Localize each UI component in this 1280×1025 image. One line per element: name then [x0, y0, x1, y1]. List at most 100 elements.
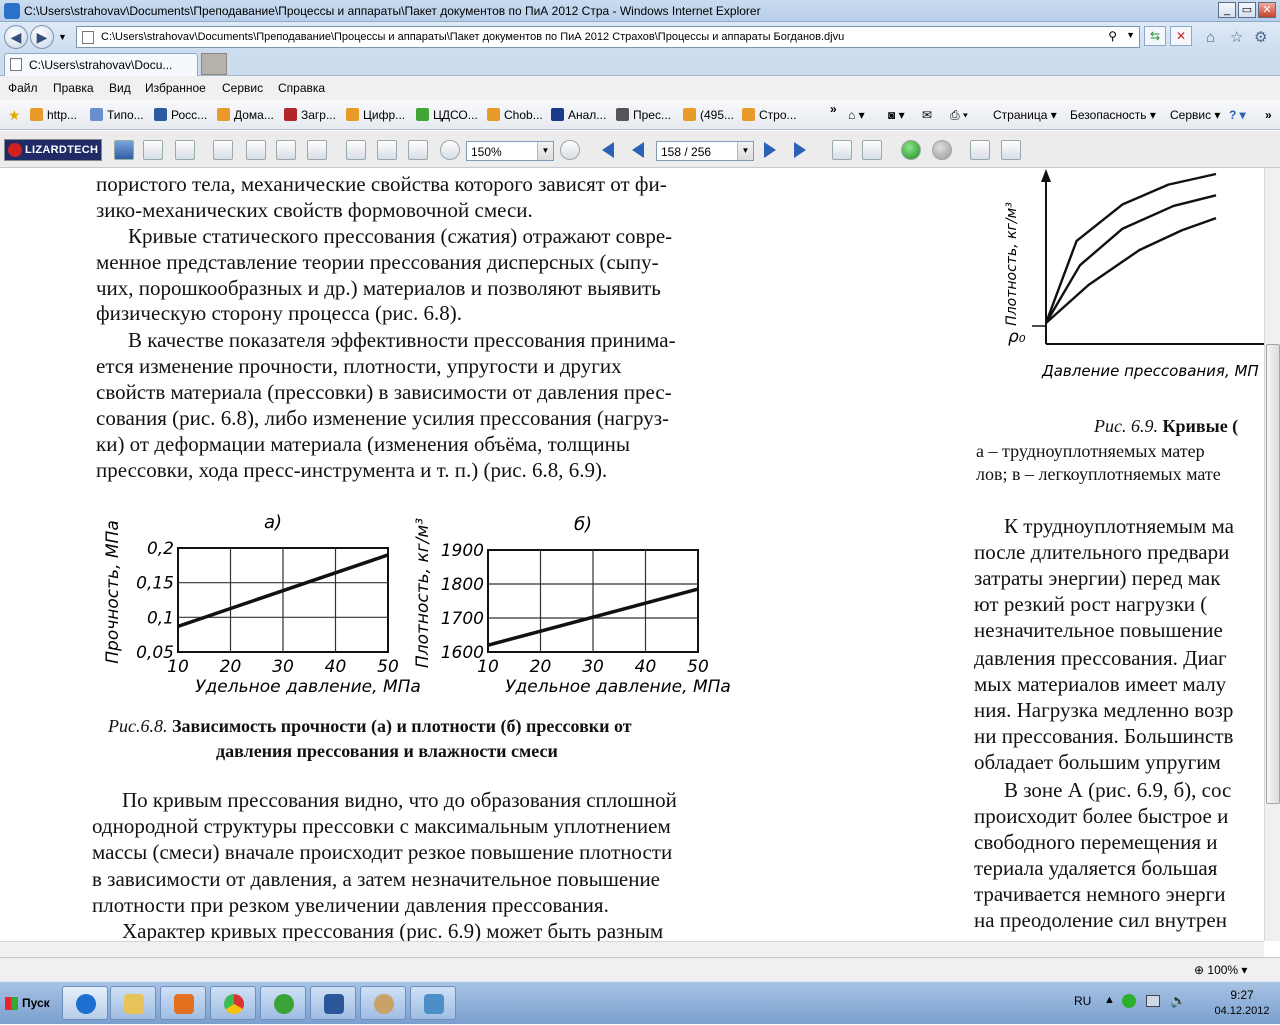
- close-button[interactable]: ✕: [1258, 2, 1276, 18]
- taskbar-word[interactable]: [310, 986, 356, 1020]
- menu-edit[interactable]: Правка: [53, 81, 94, 95]
- menu-tools[interactable]: Сервис: [222, 81, 263, 95]
- chevron-more-icon[interactable]: »: [830, 102, 837, 116]
- chevron-down-icon[interactable]: ▼: [537, 142, 553, 160]
- taskbar-explorer[interactable]: [110, 986, 156, 1020]
- taskbar-paint[interactable]: [360, 986, 406, 1020]
- lizardtech-logo[interactable]: LIZARDTECH: [4, 139, 102, 161]
- actual-size-icon[interactable]: [408, 140, 428, 160]
- home-icon[interactable]: ⌂: [1206, 29, 1215, 46]
- address-dropdown-icon[interactable]: ▼: [1126, 30, 1135, 40]
- text-line: В зоне А (рис. 6.9, б), сос: [1004, 778, 1232, 802]
- fav-item[interactable]: Анал...: [551, 108, 606, 122]
- fav-item[interactable]: ЦДСО...: [416, 108, 478, 122]
- page-select[interactable]: 158 / 256 ▼: [656, 141, 754, 161]
- first-page-icon[interactable]: [598, 140, 618, 160]
- print-icon[interactable]: [143, 140, 163, 160]
- chevron-down-icon[interactable]: ▼: [737, 142, 753, 160]
- new-tab-button[interactable]: [201, 53, 227, 75]
- save-icon[interactable]: [114, 140, 134, 160]
- clock-date[interactable]: 04.12.2012: [1204, 1005, 1280, 1017]
- tab-document[interactable]: C:\Users\strahovav\Docu...: [4, 53, 198, 76]
- mail-icon[interactable]: ✉: [922, 108, 932, 122]
- fav-item[interactable]: Стро...: [742, 108, 797, 122]
- chevron-more-icon[interactable]: »: [1265, 108, 1272, 122]
- rss-icon[interactable]: ◙ ▾: [888, 108, 905, 122]
- fav-item[interactable]: (495...: [683, 108, 734, 122]
- taskbar-ie[interactable]: [62, 986, 108, 1020]
- fav-item[interactable]: Дома...: [217, 108, 274, 122]
- taskbar-icq[interactable]: [260, 986, 306, 1020]
- go-forward-icon[interactable]: [932, 140, 952, 160]
- cmd-tools[interactable]: Сервис ▾: [1170, 108, 1220, 122]
- horizontal-scrollbar[interactable]: [0, 941, 1264, 957]
- cmd-safety[interactable]: Безопасность ▾: [1070, 108, 1156, 122]
- favorites-star-icon[interactable]: ☆: [1230, 28, 1243, 46]
- djvu-page-view[interactable]: пористого тела, механические свойства ко…: [0, 168, 1264, 941]
- forward-button[interactable]: ▶: [30, 25, 54, 49]
- rotate-right-icon[interactable]: [862, 140, 882, 160]
- volume-icon[interactable]: 🔈: [1170, 993, 1186, 1009]
- hand-tool-icon[interactable]: [213, 140, 233, 160]
- caption-rest: Зависимость прочности (а) и плотности (б…: [167, 716, 632, 736]
- tray-icq-icon[interactable]: [1122, 994, 1136, 1008]
- zoom-level[interactable]: ⊕ 100% ▾: [1194, 963, 1247, 977]
- start-button[interactable]: Пуск: [2, 988, 54, 1018]
- vertical-scrollbar[interactable]: [1264, 168, 1280, 941]
- cmd-page[interactable]: Страница ▾: [993, 108, 1057, 122]
- zoom-in-icon[interactable]: [440, 140, 460, 160]
- help-icon[interactable]: ? ▾: [1229, 108, 1246, 122]
- text-line: зико-механических свойств формовочной см…: [96, 198, 533, 222]
- last-page-icon[interactable]: [790, 140, 810, 160]
- fav-item[interactable]: Росс...: [154, 108, 207, 122]
- stop-button[interactable]: ✕: [1170, 26, 1192, 46]
- fig69-caption-line2: а – трудноуплотняемых матер: [976, 441, 1205, 461]
- chevron-up-icon[interactable]: ▲: [1104, 994, 1115, 1006]
- fav-item[interactable]: Цифр...: [346, 108, 405, 122]
- fav-item[interactable]: Типо...: [90, 108, 144, 122]
- taskbar-media[interactable]: [160, 986, 206, 1020]
- zoom-select[interactable]: 150% ▼: [466, 141, 554, 161]
- address-field[interactable]: C:\Users\strahovav\Documents\Преподавани…: [76, 26, 1140, 48]
- region-select-icon[interactable]: [307, 140, 327, 160]
- next-page-icon[interactable]: [760, 140, 780, 160]
- text-line: свободного перемещения и: [974, 830, 1218, 854]
- fit-page-icon[interactable]: [346, 140, 366, 160]
- single-page-view-icon[interactable]: [970, 140, 990, 160]
- gear-icon[interactable]: ⚙: [1254, 28, 1267, 46]
- search-icon[interactable]: ⚲: [1108, 29, 1117, 43]
- minimize-button[interactable]: _: [1218, 2, 1236, 18]
- go-back-icon[interactable]: [901, 140, 921, 160]
- language-indicator[interactable]: RU: [1074, 994, 1091, 1008]
- zoom-out-icon[interactable]: [560, 140, 580, 160]
- thumbnails-icon[interactable]: [1001, 140, 1021, 160]
- fav-item[interactable]: http...: [30, 108, 77, 122]
- menu-file[interactable]: Файл: [8, 81, 38, 95]
- network-icon[interactable]: [1146, 995, 1160, 1007]
- back-button[interactable]: ◀: [4, 25, 28, 49]
- find-binoculars-icon[interactable]: [175, 140, 195, 160]
- fav-item[interactable]: Chob...: [487, 108, 543, 122]
- previous-page-icon[interactable]: [628, 140, 648, 160]
- menu-view[interactable]: Вид: [109, 81, 131, 95]
- scroll-thumb[interactable]: [1266, 344, 1280, 804]
- home-icon[interactable]: ⌂ ▾: [848, 108, 865, 122]
- menu-help[interactable]: Справка: [278, 81, 325, 95]
- menu-favorites[interactable]: Избранное: [145, 81, 206, 95]
- clock-time[interactable]: 9:27: [1210, 988, 1274, 1002]
- rotate-left-icon[interactable]: [832, 140, 852, 160]
- fig68-caption-line2: давления прессования и влажности смеси: [216, 741, 558, 761]
- fav-item[interactable]: Загр...: [284, 108, 336, 122]
- print-icon[interactable]: ⎙ ▾: [950, 108, 968, 123]
- fav-item[interactable]: Прес...: [616, 108, 671, 122]
- maximize-button[interactable]: ▭: [1238, 2, 1256, 18]
- page-icon: [82, 31, 94, 44]
- refresh-button[interactable]: ⇆: [1144, 26, 1166, 46]
- zoom-tool-icon[interactable]: [276, 140, 296, 160]
- history-dropdown-icon[interactable]: ▼: [58, 32, 67, 42]
- favorites-star-icon[interactable]: ★: [8, 107, 21, 124]
- fit-width-icon[interactable]: [377, 140, 397, 160]
- taskbar-image-viewer[interactable]: [410, 986, 456, 1020]
- taskbar-chrome[interactable]: [210, 986, 256, 1020]
- text-select-icon[interactable]: [246, 140, 266, 160]
